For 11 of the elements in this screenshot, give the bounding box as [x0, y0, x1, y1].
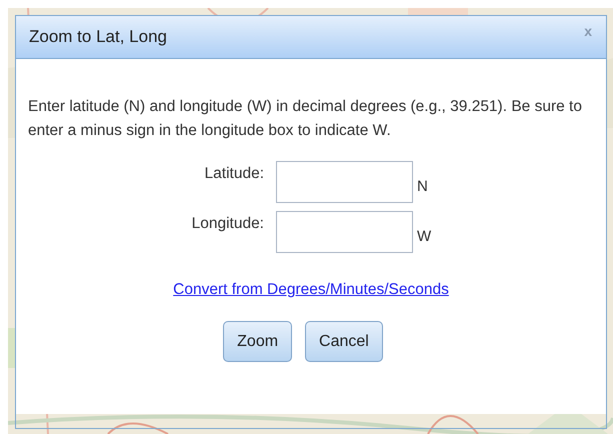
input-field[interactable] — [276, 211, 413, 253]
unit-label: W — [417, 228, 432, 244]
field-label: Longitude: — [192, 215, 264, 233]
input-field[interactable] — [276, 161, 413, 203]
cancel-button[interactable]: Cancel — [305, 321, 383, 362]
unit-label: N — [417, 178, 429, 194]
instructions-text: Enter latitude (N) and longitude (W) in decimal degrees (e.g., 39.251). Be sure to enter a minus sign in the longitude box to indicate W. — [28, 97, 583, 141]
zoom-button[interactable]: Zoom — [223, 321, 292, 362]
convert-link[interactable]: Convert from Degrees/Minutes/Seconds — [173, 281, 449, 299]
dialog-title: Zoom to Lat, Long — [29, 27, 167, 47]
field-label: Latitude: — [204, 165, 264, 183]
